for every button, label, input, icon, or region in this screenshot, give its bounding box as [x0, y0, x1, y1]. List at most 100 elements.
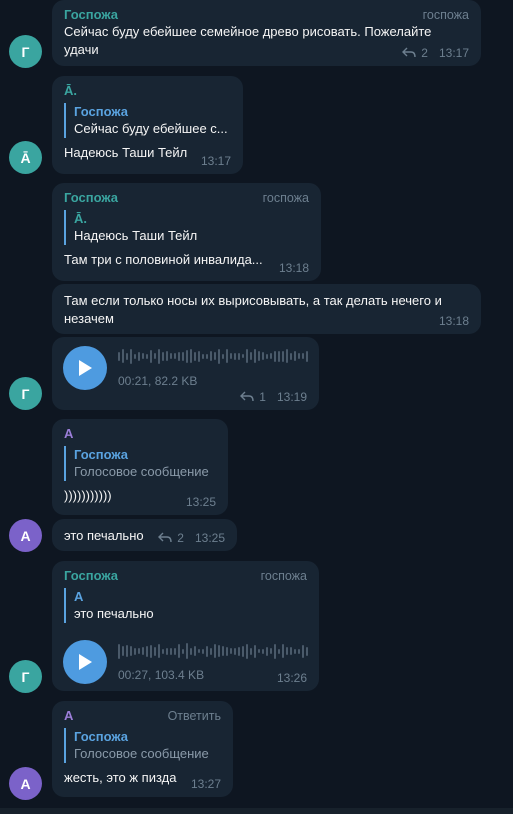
message-meta: 2 13:25	[158, 531, 225, 545]
waveform-bar	[238, 646, 240, 656]
waveform[interactable]	[118, 346, 308, 366]
reply-icon[interactable]	[402, 47, 416, 59]
message-6: А Госпожа Голосовое сообщение ))))))))))…	[52, 419, 228, 515]
waveform-bar	[182, 351, 184, 361]
quote-text: это печально	[74, 606, 154, 621]
reply-icon[interactable]	[158, 532, 172, 544]
waveform-bar	[278, 350, 280, 362]
waveform-bar	[222, 646, 224, 656]
waveform-bar	[266, 353, 268, 359]
waveform-bar	[154, 353, 156, 359]
reply-count[interactable]: 2	[421, 46, 428, 60]
sender-role: госпожа	[260, 569, 307, 583]
quote-text: Сейчас буду ебейшее с...	[74, 121, 228, 136]
waveform-bar	[274, 350, 276, 362]
play-button[interactable]	[63, 346, 107, 390]
waveform-bar	[286, 349, 288, 363]
message-2: Ā. Госпожа Сейчас буду ебейшее с... Наде…	[52, 76, 243, 174]
waveform[interactable]	[118, 641, 308, 661]
reply-quote[interactable]: Ā. Надеюсь Таши Тейл	[64, 210, 309, 245]
waveform-bar	[126, 645, 128, 657]
waveform-bar	[234, 352, 236, 360]
play-icon	[79, 360, 92, 376]
avatar[interactable]: Ā	[9, 141, 42, 174]
message-meta: 13:18	[279, 261, 309, 275]
waveform-bar	[222, 353, 224, 359]
sender-name[interactable]: Госпожа	[64, 6, 469, 23]
sender-role: госпожа	[422, 8, 469, 22]
waveform-bar	[194, 646, 196, 656]
quote-sender: Ā.	[74, 211, 87, 226]
quote-sender: Госпожа	[74, 729, 128, 744]
waveform-bar	[174, 647, 176, 655]
message-meta: 13:27	[191, 777, 221, 791]
play-icon	[79, 654, 92, 670]
waveform-bar	[162, 351, 164, 361]
message-meta: 13:18	[439, 314, 469, 328]
waveform-bar	[202, 353, 204, 359]
waveform-bar	[122, 349, 124, 363]
waveform-bar	[150, 349, 152, 363]
waveform-bar	[190, 349, 192, 363]
waveform-bar	[190, 647, 192, 655]
waveform-bar	[262, 648, 264, 654]
waveform-bar	[214, 644, 216, 658]
sender-name[interactable]: А	[64, 425, 216, 442]
waveform-bar	[294, 648, 296, 654]
waveform-bar	[266, 646, 268, 656]
message-7: это печально 2 13:25	[52, 519, 237, 551]
waveform-bar	[142, 353, 144, 359]
waveform-bar	[134, 353, 136, 359]
avatar[interactable]: А	[9, 767, 42, 800]
timestamp: 13:18	[438, 314, 469, 328]
waveform-bar	[166, 351, 168, 361]
composer-edge	[0, 808, 513, 814]
reply-count[interactable]: 2	[177, 531, 184, 545]
waveform-bar	[138, 648, 140, 654]
reply-quote[interactable]: Госпожа Голосовое сообщение	[64, 446, 216, 481]
waveform-bar	[214, 352, 216, 360]
timestamp: 13:18	[278, 261, 309, 275]
waveform-bar	[290, 647, 292, 655]
message-text: Там если только носы их вырисовывать, а …	[64, 293, 442, 326]
waveform-bar	[158, 348, 160, 364]
waveform-bar	[254, 349, 256, 363]
message-text: Там три с половиной инвалида...	[64, 252, 263, 267]
waveform-bar	[182, 648, 184, 654]
reply-quote[interactable]: Госпожа Голосовое сообщение	[64, 728, 221, 763]
play-button[interactable]	[63, 640, 107, 684]
waveform-bar	[298, 648, 300, 654]
waveform-bar	[234, 647, 236, 655]
waveform-bar	[306, 646, 308, 656]
waveform-bar	[254, 644, 256, 658]
waveform-bar	[158, 644, 160, 658]
waveform-bar	[122, 646, 124, 656]
waveform-bar	[230, 648, 232, 654]
waveform-bar	[178, 644, 180, 658]
waveform-bar	[178, 351, 180, 361]
avatar[interactable]: А	[9, 519, 42, 552]
waveform-bar	[170, 647, 172, 655]
waveform-bar	[162, 648, 164, 654]
waveform-bar	[194, 351, 196, 361]
sender-name[interactable]: Ā.	[64, 82, 231, 99]
reply-action[interactable]: Ответить	[168, 709, 221, 723]
message-text: Сейчас буду ебейшее семейное древо рисов…	[64, 24, 432, 57]
message-meta: 13:25	[186, 495, 216, 509]
quote-text: Надеюсь Таши Тейл	[74, 228, 198, 243]
reply-icon[interactable]	[240, 391, 254, 403]
quote-text: Голосовое сообщение	[74, 464, 209, 479]
waveform-bar	[118, 351, 120, 361]
reply-count[interactable]: 1	[259, 390, 266, 404]
waveform-bar	[206, 353, 208, 359]
avatar[interactable]: Г	[9, 377, 42, 410]
waveform-bar	[274, 643, 276, 659]
waveform-bar	[262, 352, 264, 360]
waveform-bar	[246, 643, 248, 659]
waveform-bar	[270, 353, 272, 359]
reply-quote[interactable]: Госпожа Сейчас буду ебейшее с...	[64, 103, 231, 138]
avatar[interactable]: Г	[9, 660, 42, 693]
waveform-bar	[298, 353, 300, 359]
avatar[interactable]: Г	[9, 35, 42, 68]
reply-quote[interactable]: А это печально	[64, 588, 307, 623]
